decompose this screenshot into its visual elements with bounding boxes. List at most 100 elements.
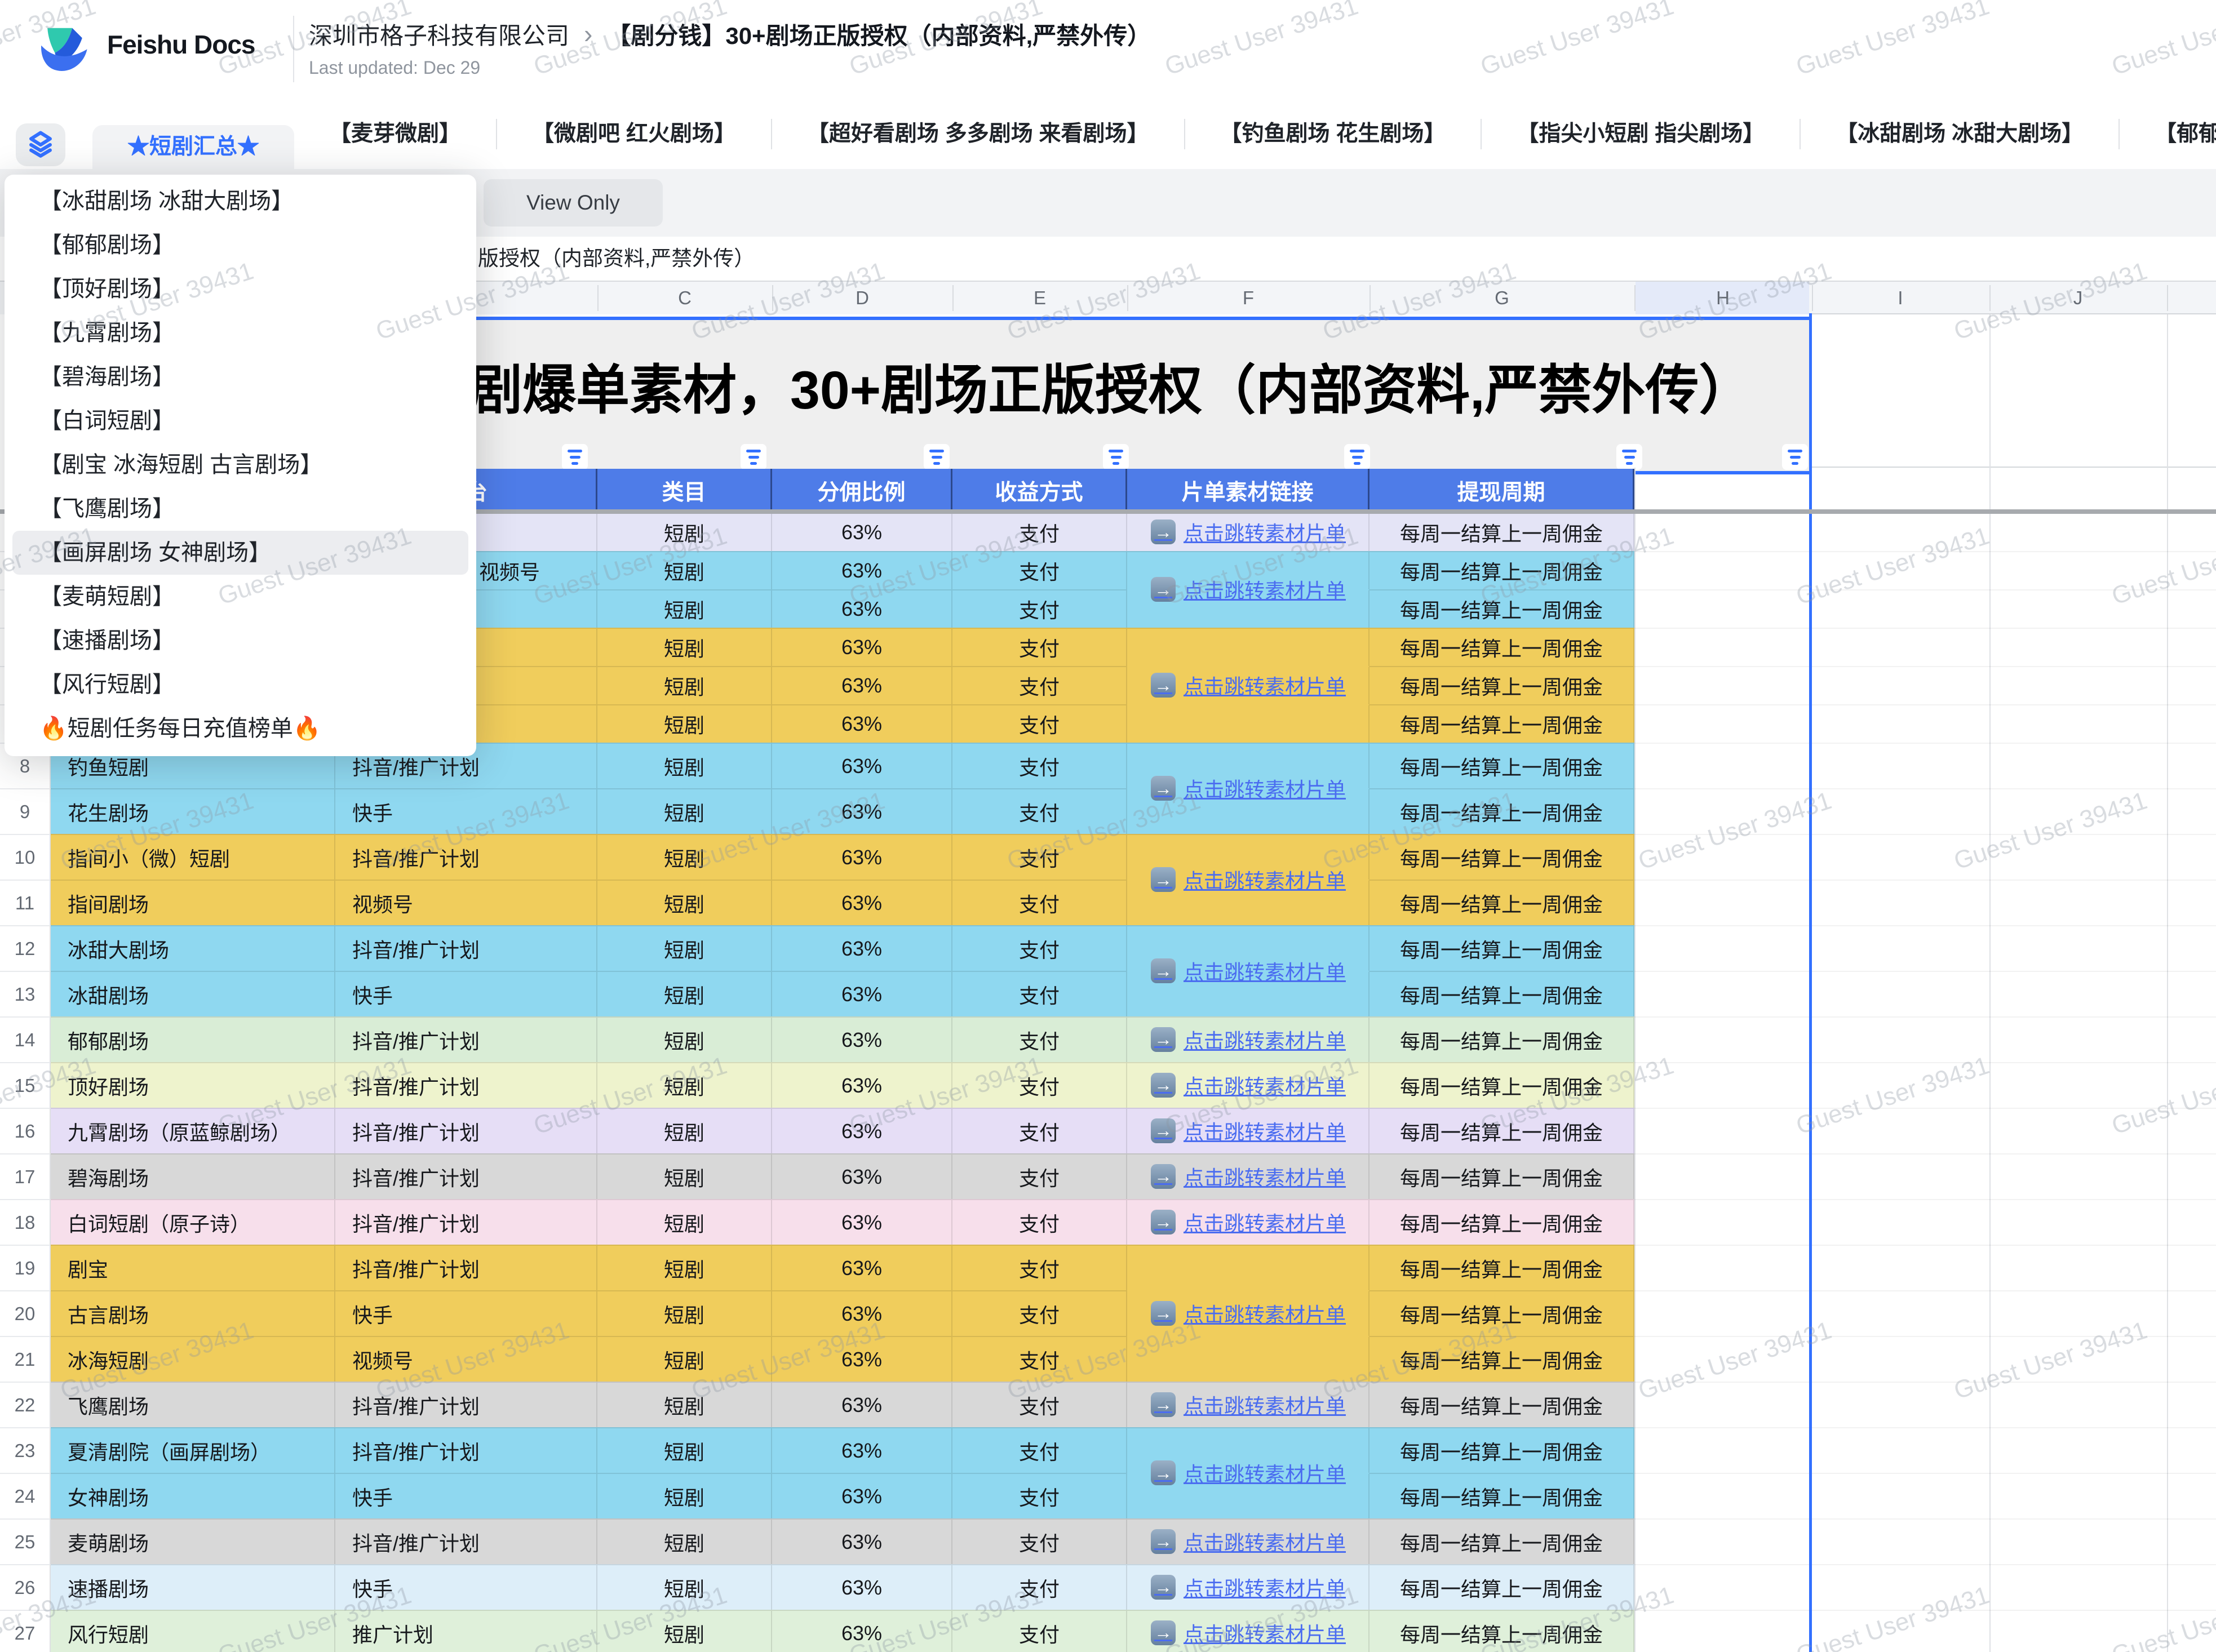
row-number-11[interactable]: 11	[0, 880, 51, 925]
revenue-method-cell[interactable]: 支付	[952, 1610, 1127, 1652]
withdraw-cycle-cell[interactable]: 每周一结算上一周佣金	[1370, 666, 1634, 704]
platform-cell[interactable]: 快手	[335, 1290, 597, 1336]
theater-name-cell[interactable]: 郁郁剧场	[51, 1016, 335, 1062]
platform-cell[interactable]: 抖音/推广计划	[335, 1108, 597, 1153]
category-cell[interactable]: 短剧	[597, 925, 772, 971]
theater-name-cell[interactable]: 白词短剧（原子诗）	[51, 1199, 335, 1245]
material-list-link[interactable]: →点击跳转素材片单	[1151, 1618, 1346, 1647]
revenue-method-cell[interactable]: 支付	[952, 1564, 1127, 1610]
withdraw-cycle-cell[interactable]: 每周一结算上一周佣金	[1370, 551, 1634, 589]
category-cell[interactable]: 短剧	[597, 1108, 772, 1153]
platform-cell[interactable]: 视频号	[335, 1336, 597, 1382]
commission-rate-cell[interactable]: 63%	[772, 1290, 952, 1336]
platform-cell[interactable]: 快手	[335, 1473, 597, 1518]
withdraw-cycle-cell[interactable]: 每周一结算上一周佣金	[1370, 1016, 1634, 1062]
category-cell[interactable]: 短剧	[597, 1153, 772, 1199]
platform-cell[interactable]: 视频号	[335, 880, 597, 925]
category-cell[interactable]: 短剧	[597, 788, 772, 834]
category-cell[interactable]: 短剧	[597, 628, 772, 666]
material-list-link[interactable]: →点击跳转素材片单	[1151, 1025, 1346, 1054]
revenue-method-cell[interactable]: 支付	[952, 1518, 1127, 1564]
category-cell[interactable]: 短剧	[597, 1199, 772, 1245]
commission-rate-cell[interactable]: 63%	[772, 704, 952, 743]
row-number-27[interactable]: 27	[0, 1610, 51, 1652]
dropdown-item-0[interactable]: 【冰甜剧场 冰甜大剧场】	[12, 179, 468, 223]
commission-rate-cell[interactable]: 63%	[772, 1427, 952, 1473]
material-list-link[interactable]: →点击跳转素材片单	[1151, 517, 1346, 547]
commission-rate-cell[interactable]: 63%	[772, 1062, 952, 1108]
category-cell[interactable]: 短剧	[597, 513, 772, 551]
sheet-tab-5[interactable]: 【指尖小短剧 指尖剧场】	[1482, 99, 1800, 169]
platform-cell[interactable]: 快手	[335, 1564, 597, 1610]
platform-cell[interactable]: 抖音/推广计划	[335, 1427, 597, 1473]
category-cell[interactable]: 短剧	[597, 1382, 772, 1427]
platform-cell[interactable]: 抖音/推广计划	[335, 925, 597, 971]
table-header-类目[interactable]: 类目	[597, 469, 772, 513]
commission-rate-cell[interactable]: 63%	[772, 1245, 952, 1290]
sheet-tab-7[interactable]: 【郁郁剧场】	[2120, 99, 2216, 169]
commission-rate-cell[interactable]: 63%	[772, 834, 952, 880]
commission-rate-cell[interactable]: 63%	[772, 1610, 952, 1652]
withdraw-cycle-cell[interactable]: 每周一结算上一周佣金	[1370, 743, 1634, 788]
revenue-method-cell[interactable]: 支付	[952, 971, 1127, 1016]
category-cell[interactable]: 短剧	[597, 880, 772, 925]
row-number-23[interactable]: 23	[0, 1427, 51, 1473]
theater-name-cell[interactable]: 夏清剧院（画屏剧场）	[51, 1427, 335, 1473]
sheet-list-button[interactable]	[16, 123, 65, 166]
revenue-method-cell[interactable]: 支付	[952, 551, 1127, 589]
row-number-19[interactable]: 19	[0, 1245, 51, 1290]
theater-name-cell[interactable]: 冰海短剧	[51, 1336, 335, 1382]
filter-icon-5[interactable]	[1616, 444, 1642, 470]
withdraw-cycle-cell[interactable]: 每周一结算上一周佣金	[1370, 589, 1634, 628]
material-list-link[interactable]: →点击跳转素材片单	[1151, 670, 1346, 700]
commission-rate-cell[interactable]: 63%	[772, 1382, 952, 1427]
theater-name-cell[interactable]: 飞鹰剧场	[51, 1382, 335, 1427]
filter-icon-2[interactable]	[924, 444, 950, 470]
withdraw-cycle-cell[interactable]: 每周一结算上一周佣金	[1370, 1062, 1634, 1108]
withdraw-cycle-cell[interactable]: 每周一结算上一周佣金	[1370, 1290, 1634, 1336]
theater-name-cell[interactable]: 风行短剧	[51, 1610, 335, 1652]
theater-name-cell[interactable]: 剧宝	[51, 1245, 335, 1290]
revenue-method-cell[interactable]: 支付	[952, 1382, 1127, 1427]
withdraw-cycle-cell[interactable]: 每周一结算上一周佣金	[1370, 1108, 1634, 1153]
revenue-method-cell[interactable]: 支付	[952, 834, 1127, 880]
category-cell[interactable]: 短剧	[597, 1610, 772, 1652]
platform-cell[interactable]: 抖音/推广计划	[335, 1245, 597, 1290]
withdraw-cycle-cell[interactable]: 每周一结算上一周佣金	[1370, 880, 1634, 925]
platform-cell[interactable]: 抖音/推广计划	[335, 1199, 597, 1245]
category-cell[interactable]: 短剧	[597, 1473, 772, 1518]
commission-rate-cell[interactable]: 63%	[772, 666, 952, 704]
category-cell[interactable]: 短剧	[597, 834, 772, 880]
table-header-收益方式[interactable]: 收益方式	[952, 469, 1127, 513]
withdraw-cycle-cell[interactable]: 每周一结算上一周佣金	[1370, 1245, 1634, 1290]
commission-rate-cell[interactable]: 63%	[772, 1564, 952, 1610]
commission-rate-cell[interactable]: 63%	[772, 1108, 952, 1153]
material-list-link[interactable]: →点击跳转素材片单	[1151, 1071, 1346, 1100]
row-number-26[interactable]: 26	[0, 1564, 51, 1610]
material-list-link[interactable]: →点击跳转素材片单	[1151, 1573, 1346, 1602]
material-list-link[interactable]: →点击跳转素材片单	[1151, 1162, 1346, 1191]
withdraw-cycle-cell[interactable]: 每周一结算上一周佣金	[1370, 1427, 1634, 1473]
category-cell[interactable]: 短剧	[597, 1016, 772, 1062]
theater-name-cell[interactable]: 冰甜剧场	[51, 971, 335, 1016]
category-cell[interactable]: 短剧	[597, 1336, 772, 1382]
commission-rate-cell[interactable]: 63%	[772, 788, 952, 834]
sheet-tab-1[interactable]: 【麦芽微剧】	[294, 99, 496, 169]
category-cell[interactable]: 短剧	[597, 1062, 772, 1108]
material-list-link[interactable]: →点击跳转素材片单	[1151, 1116, 1346, 1145]
theater-name-cell[interactable]: 九霄剧场（原蓝鲸剧场）	[51, 1108, 335, 1153]
filter-icon-4[interactable]	[1344, 444, 1370, 470]
withdraw-cycle-cell[interactable]: 每周一结算上一周佣金	[1370, 513, 1634, 551]
theater-name-cell[interactable]: 麦萌剧场	[51, 1518, 335, 1564]
revenue-method-cell[interactable]: 支付	[952, 589, 1127, 628]
sheet-tab-4[interactable]: 【钓鱼剧场 花生剧场】	[1185, 99, 1481, 169]
commission-rate-cell[interactable]: 63%	[772, 589, 952, 628]
revenue-method-cell[interactable]: 支付	[952, 1199, 1127, 1245]
withdraw-cycle-cell[interactable]: 每周一结算上一周佣金	[1370, 1336, 1634, 1382]
dropdown-item-11[interactable]: 【风行短剧】	[12, 663, 468, 707]
commission-rate-cell[interactable]: 63%	[772, 1336, 952, 1382]
material-list-link[interactable]: →点击跳转素材片单	[1151, 1390, 1346, 1419]
filter-icon-6[interactable]	[1782, 444, 1808, 470]
row-number-13[interactable]: 13	[0, 971, 51, 1016]
withdraw-cycle-cell[interactable]: 每周一结算上一周佣金	[1370, 1564, 1634, 1610]
